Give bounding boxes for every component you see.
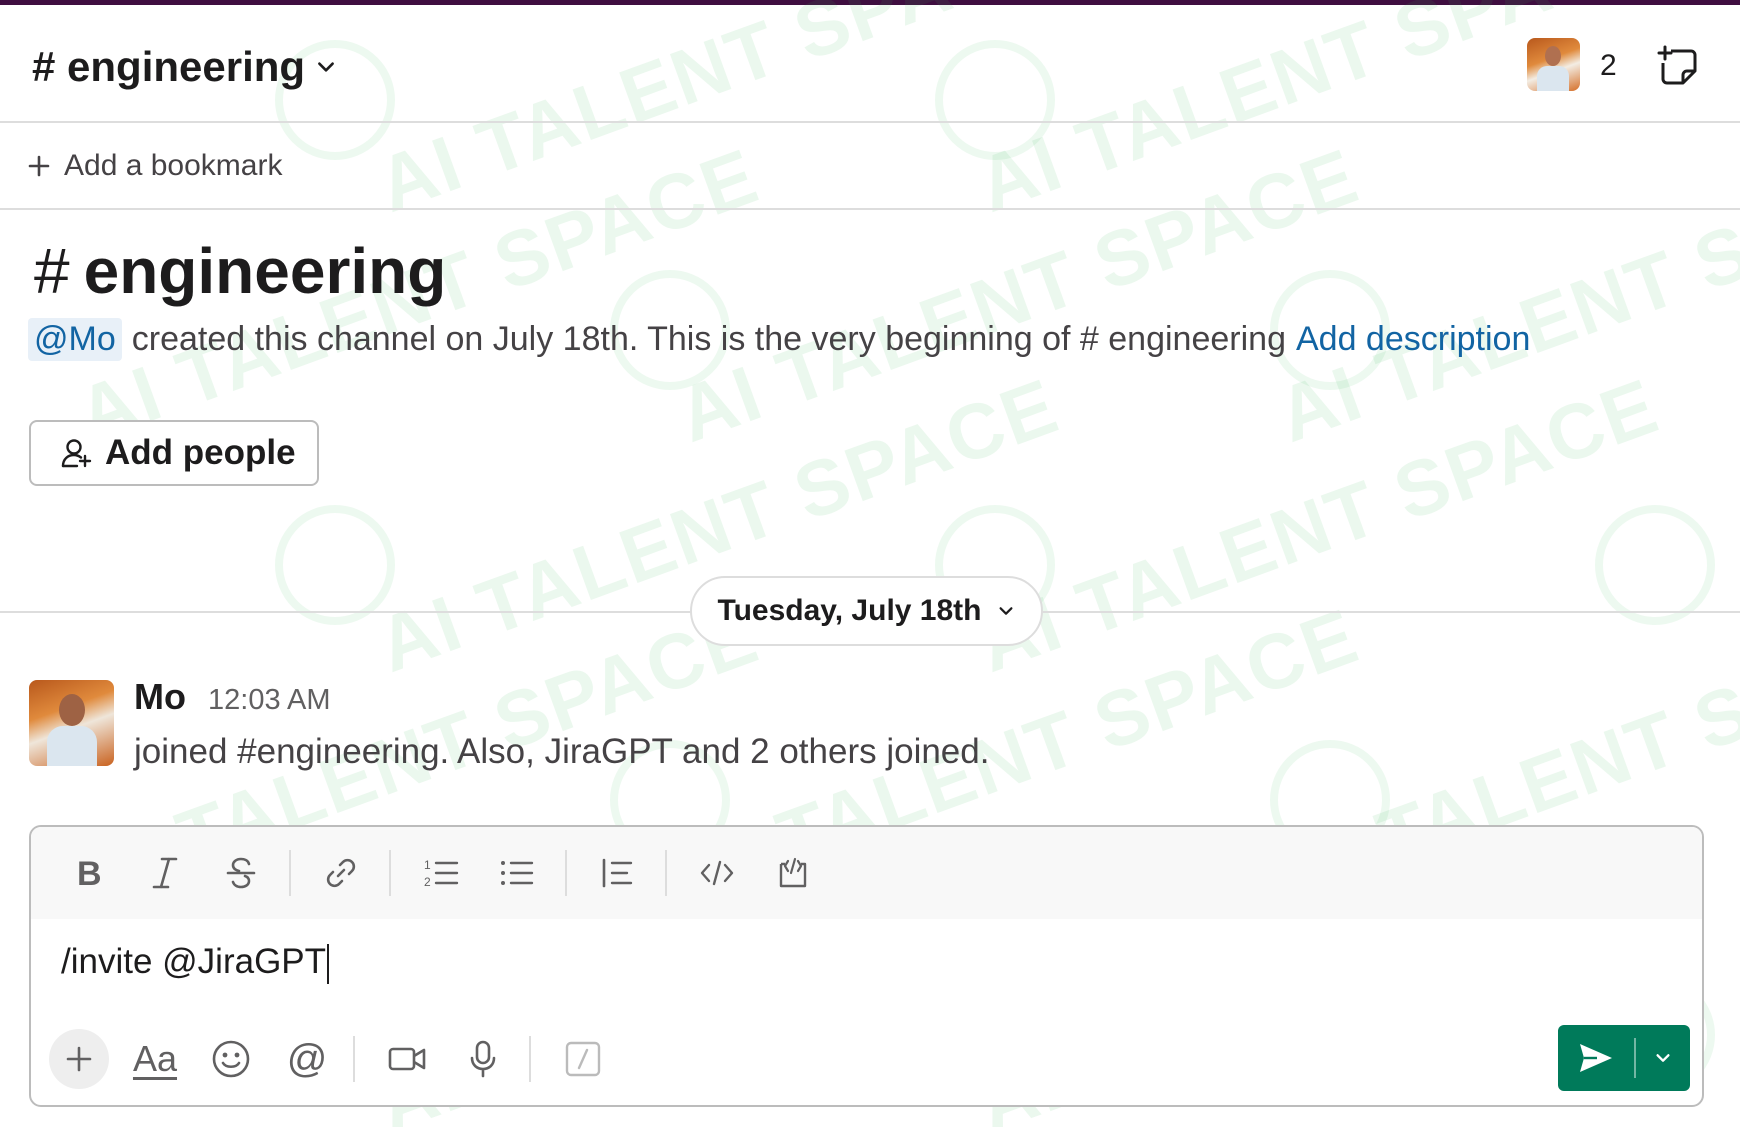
blockquote-icon	[602, 858, 633, 888]
send-button-group	[1558, 1025, 1690, 1091]
user-mention[interactable]: @Mo	[28, 318, 122, 361]
hash-icon: #	[34, 235, 70, 307]
bold-icon: B	[77, 856, 102, 890]
date-divider-button[interactable]: Tuesday, July 18th	[690, 576, 1043, 646]
audio-clip-button[interactable]	[453, 1029, 513, 1089]
composer-action-bar: Aa @	[49, 1027, 629, 1091]
link-button[interactable]	[313, 845, 369, 901]
chevron-down-icon	[318, 62, 334, 72]
add-people-label: Add people	[105, 433, 296, 472]
shortcuts-button[interactable]	[553, 1029, 613, 1089]
chevron-down-icon	[1000, 607, 1013, 615]
message-composer: B 1 2 /invite @JiraGPT Aa @	[29, 825, 1704, 1107]
code-block-button[interactable]	[765, 845, 821, 901]
italic-icon	[152, 857, 178, 889]
code-button[interactable]	[689, 845, 745, 901]
toolbar-divider	[389, 850, 391, 896]
add-description-link[interactable]: Add description	[1296, 320, 1530, 359]
bold-button[interactable]: B	[61, 845, 117, 901]
ordered-list-button[interactable]: 1 2	[413, 845, 469, 901]
watermark-logo	[275, 505, 395, 625]
microphone-icon	[470, 1040, 496, 1078]
emoji-icon	[212, 1040, 250, 1078]
message-input[interactable]: /invite @JiraGPT	[61, 942, 330, 984]
toolbar-divider	[289, 850, 291, 896]
send-button[interactable]	[1558, 1025, 1634, 1091]
video-camera-icon	[388, 1047, 426, 1071]
schedule-send-button[interactable]	[1636, 1025, 1690, 1091]
mention-button[interactable]: @	[277, 1029, 337, 1089]
mention-icon: @	[286, 1036, 328, 1081]
canvas-add-icon[interactable]	[1657, 45, 1699, 87]
formatting-toolbar: B 1 2	[31, 827, 1702, 919]
text-caret	[327, 943, 330, 984]
strikethrough-button[interactable]	[213, 845, 269, 901]
intro-description: @Mo created this channel on July 18th. T…	[28, 318, 1530, 361]
intro-description-text: created this channel on July 18th. This …	[131, 320, 1286, 358]
toolbar-divider	[529, 1036, 531, 1082]
svg-text:2: 2	[424, 875, 431, 889]
plus-icon	[66, 1046, 92, 1072]
toolbar-divider	[353, 1036, 355, 1082]
bookmark-bar: Add a bookmark	[0, 123, 1740, 210]
message-timestamp[interactable]: 12:03 AM	[208, 684, 331, 717]
channel-header: # engineering 2	[0, 5, 1740, 123]
watermark-logo	[1595, 505, 1715, 625]
code-block-icon	[779, 857, 807, 888]
channel-name-button[interactable]: # engineering	[32, 43, 337, 91]
toolbar-divider	[665, 850, 667, 896]
date-label: Tuesday, July 18th	[717, 594, 982, 627]
bulleted-list-icon	[501, 861, 534, 885]
strikethrough-icon	[226, 857, 256, 889]
code-icon	[700, 860, 734, 886]
message-input-value: /invite @JiraGPT	[61, 942, 327, 981]
send-icon	[1580, 1044, 1612, 1072]
toolbar-divider	[565, 850, 567, 896]
member-count[interactable]: 2	[1600, 49, 1617, 83]
blockquote-button[interactable]	[589, 845, 645, 901]
intro-channel-name: engineering	[83, 235, 447, 307]
svg-text:B: B	[77, 856, 102, 890]
avatar[interactable]	[29, 680, 114, 766]
message-text: joined #engineering. Also, JiraGPT and 2…	[134, 732, 990, 771]
add-bookmark-button[interactable]: Add a bookmark	[28, 149, 282, 183]
link-icon	[326, 858, 356, 888]
add-people-button[interactable]: Add people	[29, 420, 319, 486]
slash-command-icon	[565, 1041, 601, 1077]
channel-name: # engineering	[32, 43, 306, 90]
member-avatar[interactable]	[1527, 38, 1580, 91]
bulleted-list-button[interactable]	[489, 845, 545, 901]
svg-text:1: 1	[424, 858, 431, 872]
attach-button[interactable]	[49, 1029, 109, 1089]
emoji-button[interactable]	[201, 1029, 261, 1089]
add-person-icon	[61, 439, 92, 468]
formatting-toggle-button[interactable]: Aa	[125, 1029, 185, 1089]
chevron-down-icon	[1656, 1054, 1670, 1062]
video-clip-button[interactable]	[377, 1029, 437, 1089]
add-bookmark-label: Add a bookmark	[64, 149, 283, 182]
formatting-toggle-icon: Aa	[132, 1038, 178, 1079]
message-author[interactable]: Mo	[134, 676, 186, 718]
plus-icon	[28, 155, 50, 177]
italic-button[interactable]	[137, 845, 193, 901]
intro-title: # engineering	[34, 234, 446, 308]
watermark-text: AI TALENT SPACE	[966, 361, 1670, 689]
ordered-list-icon: 1 2	[424, 858, 459, 889]
